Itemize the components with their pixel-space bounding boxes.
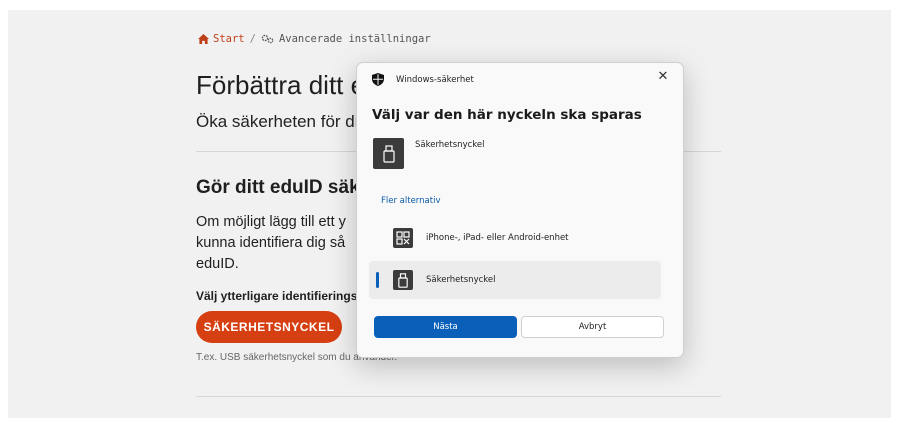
qr-code-icon (393, 228, 413, 248)
settings-icon (261, 34, 274, 44)
body-text-line: kunna identifiera dig så (196, 235, 346, 251)
breadcrumb-home-link[interactable]: Start (198, 33, 245, 45)
breadcrumb: Start / Avancerade inställningar (198, 33, 431, 45)
next-button[interactable]: Nästa (374, 316, 517, 338)
dialog-app-name: Windows-säkerhet (396, 74, 474, 85)
home-icon (198, 34, 209, 44)
usb-key-icon (393, 270, 413, 290)
security-key-button[interactable]: SÄKERHETSNYCKEL (196, 311, 342, 343)
divider-bottom (196, 396, 721, 397)
primary-option-label[interactable]: Säkerhetsnyckel (415, 140, 484, 150)
security-key-tile[interactable] (373, 138, 404, 169)
breadcrumb-current: Avancerade inställningar (278, 33, 431, 45)
selection-indicator (376, 272, 379, 288)
page-subtitle: Öka säkerheten för di (196, 112, 359, 131)
body-text-line: Om möjligt lägg till ett y (196, 214, 346, 230)
body-text-line: eduID. (196, 256, 239, 272)
option-label: iPhone-, iPad- eller Android-enhet (426, 233, 569, 243)
option-security-key[interactable]: Säkerhetsnyckel (369, 261, 661, 299)
usb-key-icon (382, 144, 395, 163)
dialog-title: Välj var den här nyckeln ska sparas (372, 107, 642, 123)
section-title: Gör ditt eduID säk (196, 177, 360, 198)
dialog-header: Windows-säkerhet (372, 73, 474, 86)
choose-method-label: Välj ytterligare identifierings (196, 289, 358, 303)
page-title: Förbättra ditt e (196, 70, 366, 100)
breadcrumb-home-label: Start (213, 33, 245, 45)
windows-security-dialog: Windows-säkerhet ✕ Välj var den här nyck… (356, 62, 684, 358)
cancel-button[interactable]: Avbryt (521, 316, 664, 338)
option-phone-device[interactable]: iPhone-, iPad- eller Android-enhet (369, 219, 661, 257)
close-icon[interactable]: ✕ (655, 69, 671, 84)
shield-icon (372, 73, 384, 86)
option-label: Säkerhetsnyckel (426, 275, 496, 285)
breadcrumb-separator: / (249, 33, 256, 45)
more-options-link[interactable]: Fler alternativ (381, 196, 440, 206)
